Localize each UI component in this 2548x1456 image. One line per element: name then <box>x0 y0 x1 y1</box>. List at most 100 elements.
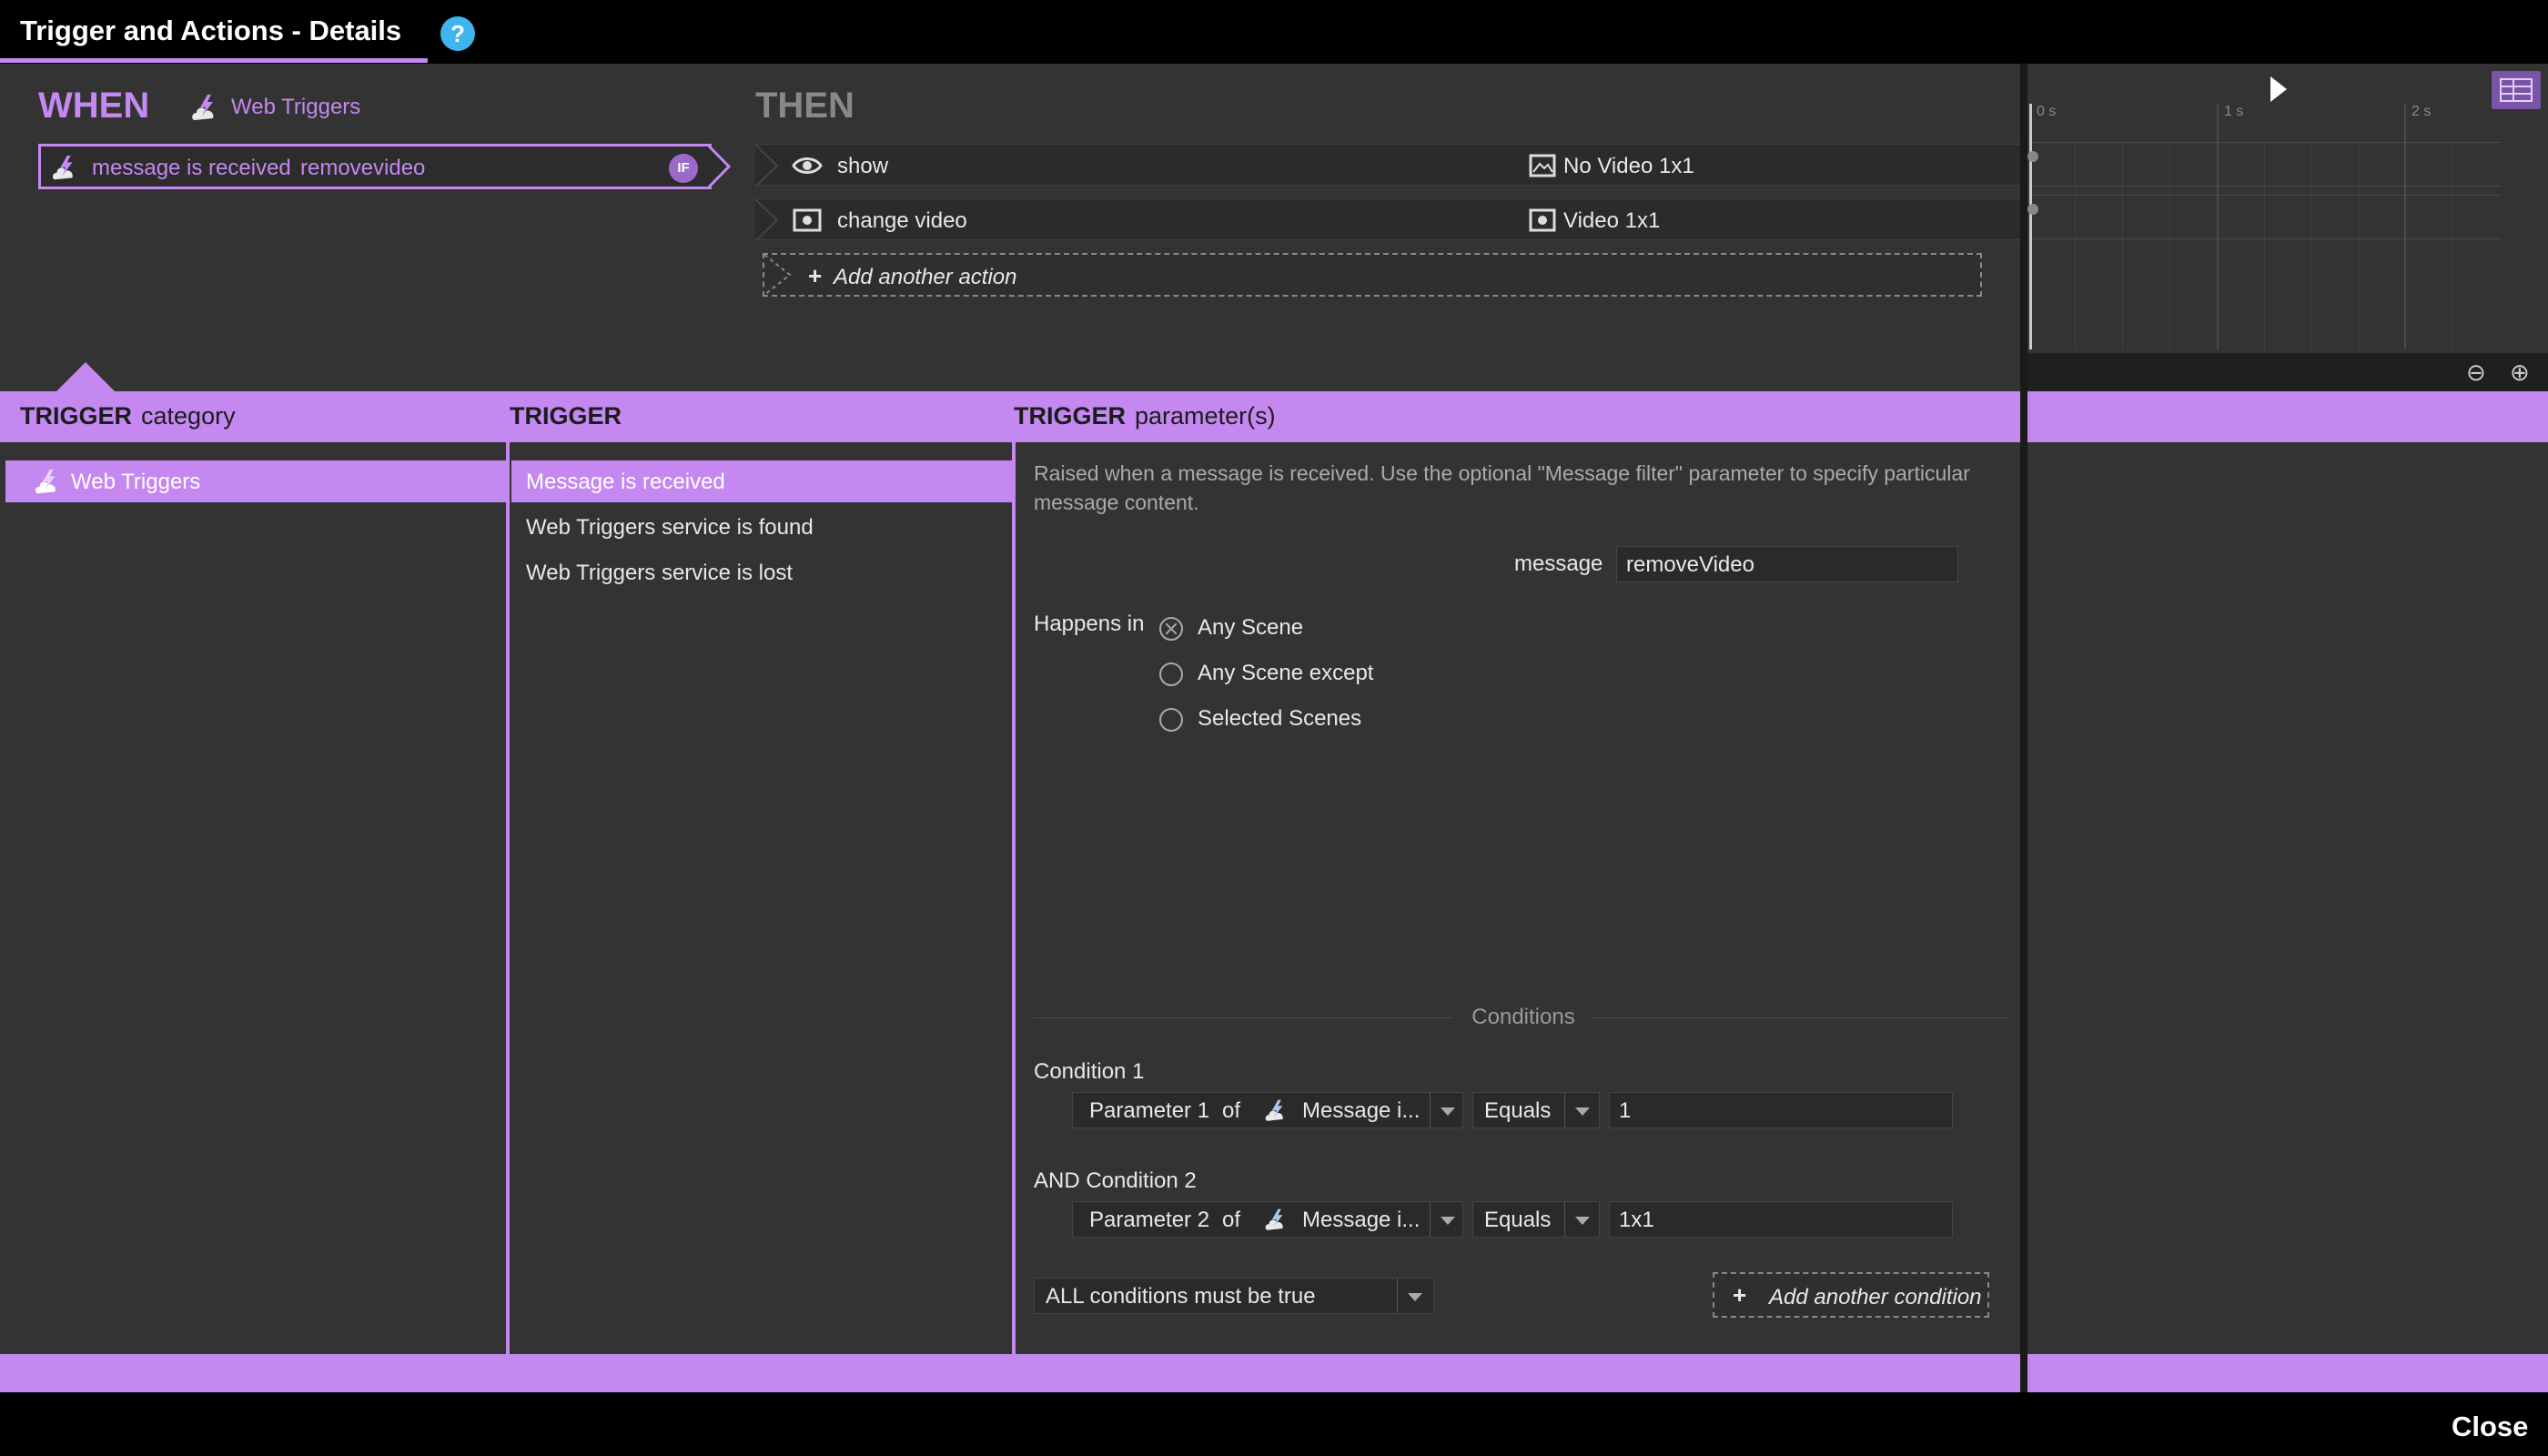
condition-label: AND Condition 2 <box>1034 1168 1197 1193</box>
timeline-minor-tick <box>2359 144 2360 349</box>
selection-caret <box>56 362 115 391</box>
trigger-item-label: Web Triggers service is lost <box>526 561 793 585</box>
close-button[interactable]: Close <box>2452 1410 2528 1443</box>
radio-icon[interactable] <box>1159 662 1183 686</box>
timeline-panel[interactable]: 0 s 1 s 2 s ⊖ ⊕ <box>2027 64 2548 391</box>
trigger-item[interactable]: Message is received <box>511 460 1012 502</box>
add-condition-label: Add another condition <box>1769 1285 1982 1309</box>
condition-operator-select[interactable]: Equals <box>1472 1201 1600 1238</box>
timeline-row-line <box>2027 186 2501 187</box>
conditions-mode-select[interactable]: ALL conditions must be true <box>1034 1278 1434 1314</box>
timeline-cursor[interactable] <box>2027 104 2038 349</box>
chevron-down-icon[interactable] <box>1575 1107 1590 1116</box>
timeline-tick <box>2404 104 2406 349</box>
dropdown-separator <box>1564 1202 1565 1237</box>
timeline-zoom-bar: ⊖ ⊕ <box>2027 353 2548 391</box>
message-input[interactable]: removeVideo <box>1616 546 1958 582</box>
chevron-down-icon[interactable] <box>1441 1107 1455 1116</box>
grid-icon[interactable] <box>2492 71 2541 109</box>
if-badge[interactable]: IF <box>669 154 698 183</box>
timeline-minor-tick <box>2075 144 2076 349</box>
trigger-item-label: Message is received <box>526 470 725 494</box>
action-chevron <box>755 145 779 187</box>
trigger-summary-value: removevideo <box>300 156 426 180</box>
radio-label: Any Scene <box>1198 615 1304 640</box>
trigger-list: Message is received Web Triggers service… <box>510 442 1012 1354</box>
timeline-row-line <box>2027 195 2501 196</box>
add-action-label: Add another action <box>834 265 1017 289</box>
timeline-ruler-label: 1 s <box>2224 104 2244 119</box>
title-bar: Trigger and Actions - Details ? <box>0 0 2548 64</box>
dropdown-separator <box>1564 1093 1565 1127</box>
web-triggers-icon <box>192 95 214 120</box>
timeline-divider[interactable] <box>2020 64 2027 1392</box>
radio-label: Any Scene except <box>1198 661 1374 685</box>
condition-operator-select[interactable]: Equals <box>1472 1092 1600 1128</box>
plus-icon: + <box>1733 1281 1747 1309</box>
when-category-label[interactable]: Web Triggers <box>231 95 360 120</box>
footer-band-right <box>2027 1354 2548 1392</box>
zoom-out-icon[interactable]: ⊖ <box>2466 359 2486 387</box>
category-label: Web Triggers <box>71 470 201 494</box>
trigger-summary[interactable]: message is received removevideo IF <box>38 144 712 189</box>
condition-value-input[interactable]: 1 <box>1609 1092 1953 1128</box>
chevron-down-icon[interactable] <box>1575 1217 1590 1225</box>
title-underline <box>0 58 428 63</box>
header-trigger-category: TRIGGER category <box>20 402 236 430</box>
video-icon <box>1529 208 1556 232</box>
play-icon[interactable] <box>2270 76 2287 102</box>
condition-param-select[interactable]: Parameter 2 of Message i... <box>1072 1201 1463 1238</box>
conditions-title: Conditions <box>1471 1005 1575 1029</box>
help-icon[interactable]: ? <box>440 16 475 51</box>
timeline-row-line <box>2027 238 2501 239</box>
action-row[interactable]: show No Video 1x1 <box>755 144 2020 187</box>
trigger-item[interactable]: Web Triggers service is lost <box>511 551 1012 593</box>
add-action-button[interactable]: + Add another action <box>763 253 1982 297</box>
window-title: Trigger and Actions - Details <box>20 15 402 46</box>
web-triggers-icon <box>35 469 56 494</box>
condition-of: of <box>1222 1208 1241 1232</box>
action-target: Video 1x1 <box>1563 208 1661 233</box>
radio-checked-icon[interactable] <box>1159 617 1183 641</box>
eye-icon <box>792 157 823 174</box>
chevron-down-icon[interactable] <box>1441 1217 1455 1225</box>
add-condition-button[interactable]: + Add another condition <box>1713 1272 1989 1318</box>
trigger-summary-text: message is received <box>92 156 291 180</box>
condition-value-input[interactable]: 1x1 <box>1609 1201 1953 1238</box>
condition-value: 1x1 <box>1619 1208 1654 1232</box>
timeline-keyframe[interactable] <box>2027 204 2038 215</box>
trigger-params-panel: Raised when a message is received. Use t… <box>1016 442 2020 1354</box>
then-label: THEN <box>755 86 854 126</box>
timeline-keyframe[interactable] <box>2027 151 2038 162</box>
action-name: show <box>837 154 889 178</box>
trigger-category-list: Web Triggers <box>0 442 506 1354</box>
timeline-minor-tick <box>2311 144 2312 349</box>
action-row[interactable]: change video Video 1x1 <box>755 198 2020 241</box>
chevron-down-icon[interactable] <box>1408 1293 1422 1301</box>
radio-label: Selected Scenes <box>1198 706 1362 731</box>
condition-of: of <box>1222 1098 1241 1123</box>
header-bold: TRIGGER <box>1014 402 1127 430</box>
action-name: change video <box>837 208 967 233</box>
trigger-item[interactable]: Web Triggers service is found <box>511 506 1012 548</box>
condition-param: Parameter 2 <box>1089 1208 1210 1232</box>
when-then-area: WHEN Web Triggers message is received re… <box>0 64 2020 391</box>
header-trigger-params: TRIGGER parameter(s) <box>1014 402 1276 430</box>
timeline-tick <box>2217 104 2219 349</box>
conditions-divider <box>1591 1017 2009 1018</box>
plus-icon: + <box>808 262 823 289</box>
radio-icon[interactable] <box>1159 708 1183 732</box>
editor-header: TRIGGER category TRIGGER TRIGGER parameter… <box>0 391 2020 442</box>
header-trigger: TRIGGER <box>510 402 631 430</box>
header-rest: parameter(s) <box>1135 402 1276 430</box>
header-band-right <box>2027 391 2548 442</box>
timeline-ruler-label: 2 s <box>2412 104 2432 119</box>
condition-param-select[interactable]: Parameter 1 of Message i... <box>1072 1092 1463 1128</box>
dropdown-separator <box>1430 1202 1431 1237</box>
video-icon <box>793 208 822 232</box>
web-triggers-icon <box>53 155 73 180</box>
happens-in-label: Happens in <box>1034 612 1145 636</box>
zoom-in-icon[interactable]: ⊕ <box>2510 359 2530 387</box>
category-item-web-triggers[interactable]: Web Triggers <box>5 460 506 502</box>
web-triggers-icon <box>1265 1099 1283 1121</box>
